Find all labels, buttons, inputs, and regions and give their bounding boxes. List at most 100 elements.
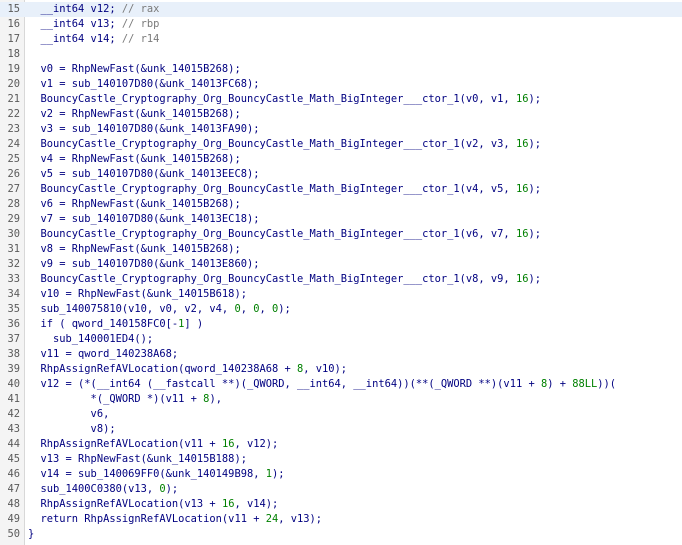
line-number: 18 <box>7 48 20 60</box>
code-line[interactable]: 33 BouncyCastle_Cryptography_Org_BouncyC… <box>0 272 682 287</box>
line-number: 48 <box>7 498 20 510</box>
code-text: if ( qword_140158FC0[-1] ) <box>28 318 204 330</box>
line-number: 49 <box>7 513 20 525</box>
line-number: 33 <box>7 273 20 285</box>
code-line[interactable]: 40 v12 = (*(__int64 (__fastcall **)(_QWO… <box>0 377 682 392</box>
code-text: BouncyCastle_Cryptography_Org_BouncyCast… <box>28 138 541 150</box>
code-line[interactable]: 32 v9 = sub_140107D80(&unk_14013E860); <box>0 257 682 272</box>
code-text: v13 = RhpNewFast(&unk_14015B188); <box>28 453 247 465</box>
code-line[interactable]: 26 v5 = sub_140107D80(&unk_14013EEC8); <box>0 167 682 182</box>
code-text: v8 = RhpNewFast(&unk_14015B268); <box>28 243 241 255</box>
code-text: v6, <box>28 408 110 420</box>
code-text: v7 = sub_140107D80(&unk_14013EC18); <box>28 213 260 225</box>
line-number: 43 <box>7 423 20 435</box>
line-number: 29 <box>7 213 20 225</box>
code-text: } <box>28 528 35 540</box>
code-line[interactable]: 31 v8 = RhpNewFast(&unk_14015B268); <box>0 242 682 257</box>
line-number: 24 <box>7 138 20 150</box>
code-line[interactable]: 36 if ( qword_140158FC0[-1] ) <box>0 317 682 332</box>
code-line[interactable]: 22 v2 = RhpNewFast(&unk_14015B268); <box>0 107 682 122</box>
code-line[interactable]: 44 RhpAssignRefAVLocation(v11 + 16, v12)… <box>0 437 682 452</box>
code-line[interactable]: 37 sub_140001ED4(); <box>0 332 682 347</box>
code-text: v2 = RhpNewFast(&unk_14015B268); <box>28 108 241 120</box>
code-line[interactable]: 28 v6 = RhpNewFast(&unk_14015B268); <box>0 197 682 212</box>
code-text: BouncyCastle_Cryptography_Org_BouncyCast… <box>28 93 541 105</box>
code-text: sub_140001ED4(); <box>28 333 154 345</box>
code-line[interactable]: 25 v4 = RhpNewFast(&unk_14015B268); <box>0 152 682 167</box>
code-text: return RhpAssignRefAVLocation(v11 + 24, … <box>28 513 323 525</box>
line-number: 37 <box>7 333 20 345</box>
code-text: *(_QWORD *)(v11 + 8), <box>28 393 222 405</box>
line-number: 44 <box>7 438 20 450</box>
code-text: sub_1400C0380(v13, 0); <box>28 483 179 495</box>
code-line[interactable]: 27 BouncyCastle_Cryptography_Org_BouncyC… <box>0 182 682 197</box>
code-text: v9 = sub_140107D80(&unk_14013E860); <box>28 258 260 270</box>
line-number: 35 <box>7 303 20 315</box>
line-number: 27 <box>7 183 20 195</box>
line-number: 15 <box>7 3 20 15</box>
code-line[interactable]: 45 v13 = RhpNewFast(&unk_14015B188); <box>0 452 682 467</box>
code-text: v1 = sub_140107D80(&unk_14013FC68); <box>28 78 260 90</box>
line-number: 46 <box>7 468 20 480</box>
code-line[interactable]: 18 <box>0 47 682 62</box>
code-text: v4 = RhpNewFast(&unk_14015B268); <box>28 153 241 165</box>
code-text: __int64 v14; // r14 <box>28 33 160 45</box>
line-number: 23 <box>7 123 20 135</box>
code-text: v3 = sub_140107D80(&unk_14013FA90); <box>28 123 260 135</box>
line-number: 22 <box>7 108 20 120</box>
code-line[interactable]: 35 sub_140075810(v10, v0, v2, v4, 0, 0, … <box>0 302 682 317</box>
code-line[interactable]: 48 RhpAssignRefAVLocation(v13 + 16, v14)… <box>0 497 682 512</box>
line-number: 42 <box>7 408 20 420</box>
line-number: 21 <box>7 93 20 105</box>
code-line[interactable]: 39 RhpAssignRefAVLocation(qword_140238A6… <box>0 362 682 377</box>
code-text: __int64 v12; // rax <box>28 3 160 15</box>
code-line[interactable]: 19 v0 = RhpNewFast(&unk_14015B268); <box>0 62 682 77</box>
code-line[interactable]: 49 return RhpAssignRefAVLocation(v11 + 2… <box>0 512 682 527</box>
code-line[interactable]: 16 __int64 v13; // rbp <box>0 17 682 32</box>
code-text: RhpAssignRefAVLocation(v13 + 16, v14); <box>28 498 279 510</box>
code-line[interactable]: 34 v10 = RhpNewFast(&unk_14015B618); <box>0 287 682 302</box>
code-line[interactable]: 17 __int64 v14; // r14 <box>0 32 682 47</box>
line-number: 25 <box>7 153 20 165</box>
code-line[interactable]: 23 v3 = sub_140107D80(&unk_14013FA90); <box>0 122 682 137</box>
line-number: 38 <box>7 348 20 360</box>
line-number: 32 <box>7 258 20 270</box>
line-number: 47 <box>7 483 20 495</box>
code-line[interactable]: 46 v14 = sub_140069FF0(&unk_140149B98, 1… <box>0 467 682 482</box>
line-number: 45 <box>7 453 20 465</box>
line-number: 40 <box>7 378 20 390</box>
line-number: 36 <box>7 318 20 330</box>
code-line[interactable]: 47 sub_1400C0380(v13, 0); <box>0 482 682 497</box>
code-text: v5 = sub_140107D80(&unk_14013EEC8); <box>28 168 260 180</box>
code-line[interactable]: 15 __int64 v12; // rax <box>0 2 682 17</box>
code-text: v0 = RhpNewFast(&unk_14015B268); <box>28 63 241 75</box>
code-line[interactable]: 50} <box>0 527 682 542</box>
line-number: 28 <box>7 198 20 210</box>
code-text: RhpAssignRefAVLocation(qword_140238A68 +… <box>28 363 348 375</box>
code-text: v11 = qword_140238A68; <box>28 348 179 360</box>
code-line[interactable]: 21 BouncyCastle_Cryptography_Org_BouncyC… <box>0 92 682 107</box>
line-number: 30 <box>7 228 20 240</box>
line-number: 19 <box>7 63 20 75</box>
code-line[interactable]: 29 v7 = sub_140107D80(&unk_14013EC18); <box>0 212 682 227</box>
code-line[interactable]: 42 v6, <box>0 407 682 422</box>
line-number: 31 <box>7 243 20 255</box>
code-text: v8); <box>28 423 116 435</box>
line-number: 50 <box>7 528 20 540</box>
code-line[interactable]: 43 v8); <box>0 422 682 437</box>
code-text: v6 = RhpNewFast(&unk_14015B268); <box>28 198 241 210</box>
line-number: 26 <box>7 168 20 180</box>
line-number: 41 <box>7 393 20 405</box>
code-line[interactable]: 30 BouncyCastle_Cryptography_Org_BouncyC… <box>0 227 682 242</box>
line-number: 39 <box>7 363 20 375</box>
code-text: BouncyCastle_Cryptography_Org_BouncyCast… <box>28 183 541 195</box>
line-number: 20 <box>7 78 20 90</box>
pseudocode-view[interactable]: 15 __int64 v12; // rax 16 __int64 v13; //… <box>0 0 682 545</box>
code-text: BouncyCastle_Cryptography_Org_BouncyCast… <box>28 228 541 240</box>
code-line[interactable]: 24 BouncyCastle_Cryptography_Org_BouncyC… <box>0 137 682 152</box>
code-line[interactable]: 38 v11 = qword_140238A68; <box>0 347 682 362</box>
code-text: BouncyCastle_Cryptography_Org_BouncyCast… <box>28 273 541 285</box>
code-text: __int64 v13; // rbp <box>28 18 160 30</box>
code-line[interactable]: 41 *(_QWORD *)(v11 + 8), <box>0 392 682 407</box>
code-line[interactable]: 20 v1 = sub_140107D80(&unk_14013FC68); <box>0 77 682 92</box>
